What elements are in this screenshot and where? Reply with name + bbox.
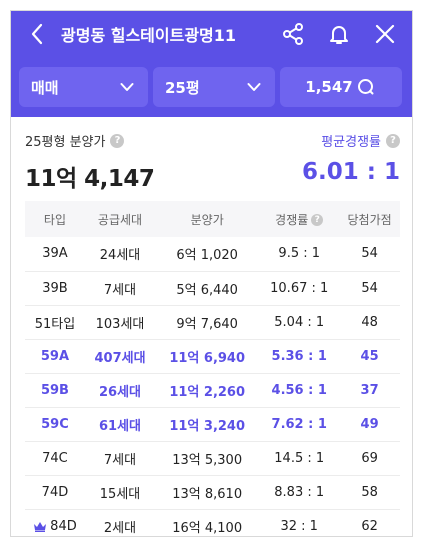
table-row[interactable]: 39B 7세대 5억 6,440 10.67 : 1 54 xyxy=(25,271,400,306)
table-row[interactable]: 84D 2세대 16억 4,100 32 : 1 62 xyxy=(25,509,400,536)
cell-supply: 24세대 xyxy=(84,237,156,272)
cell-score: 62 xyxy=(339,509,400,536)
ratio-value: 6.01 : 1 xyxy=(302,159,400,185)
table-row[interactable]: 74C 7세대 13억 5,300 14.5 : 1 69 xyxy=(25,441,400,476)
cell-type: 84D xyxy=(25,509,85,536)
cell-price: 5억 6,440 xyxy=(155,271,260,306)
notification-button[interactable] xyxy=(326,21,352,47)
area-select[interactable]: 25평 xyxy=(153,67,275,107)
cell-score: 37 xyxy=(339,373,400,408)
share-icon xyxy=(283,23,303,45)
ratio-summary: 평균경쟁률 ? 6.01 : 1 xyxy=(302,131,400,185)
cell-supply: 407세대 xyxy=(84,339,156,374)
cell-ratio: 10.67 : 1 xyxy=(259,271,340,306)
cell-score: 58 xyxy=(339,475,400,510)
header: 광명동 힐스테이트광명11 매매 25평 1,547 xyxy=(11,11,412,117)
view-count-button[interactable]: 1,547 xyxy=(280,67,402,107)
table-row[interactable]: 74D 15세대 13억 8,610 8.83 : 1 58 xyxy=(25,475,400,510)
cell-price: 13억 5,300 xyxy=(155,441,260,476)
share-button[interactable] xyxy=(280,21,306,47)
col-ratio-label: 경쟁률 xyxy=(275,212,309,227)
help-icon[interactable]: ? xyxy=(110,133,125,148)
col-supply: 공급세대 xyxy=(97,212,143,227)
cell-price: 13억 8,610 xyxy=(155,475,260,510)
cell-ratio: 14.5 : 1 xyxy=(259,441,340,476)
cell-price: 11억 3,240 xyxy=(155,407,260,442)
cell-score: 54 xyxy=(339,271,400,306)
cell-type: 39B xyxy=(25,271,85,306)
ratio-label: 평균경쟁률 xyxy=(321,135,381,150)
crown-icon xyxy=(34,521,47,532)
price-label: 25평형 분양가 xyxy=(25,135,106,150)
chevron-left-icon xyxy=(31,23,43,45)
col-ratio: 경쟁률? xyxy=(259,201,339,237)
help-icon[interactable]: ? xyxy=(311,214,324,226)
table-row[interactable]: 51타입 103세대 9억 7,640 5.04 : 1 48 xyxy=(25,305,400,340)
table-row-highlighted[interactable]: 59C 61세대 11억 3,240 7.62 : 1 49 xyxy=(25,407,400,442)
cell-score: 54 xyxy=(339,237,400,272)
supply-table: 타입 공급세대 분양가 경쟁률? 당첨가점 39A 24세대 6억 1,020 … xyxy=(25,201,400,536)
help-icon[interactable]: ? xyxy=(386,133,400,148)
cell-type: 74C xyxy=(25,441,85,476)
price-summary: 25평형 분양가 ? 11억 4,147 평균경쟁률 ? 6.01 : 1 xyxy=(11,117,412,197)
ratio-label-row: 평균경쟁률 ? xyxy=(302,131,400,150)
cell-ratio: 9.5 : 1 xyxy=(259,237,340,272)
table-row[interactable]: 39A 24세대 6억 1,020 9.5 : 1 54 xyxy=(25,237,400,272)
table-row-highlighted[interactable]: 59B 26세대 11억 2,260 4.56 : 1 37 xyxy=(25,373,400,408)
cell-type: 59C xyxy=(25,407,85,442)
back-button[interactable] xyxy=(25,22,49,46)
cell-type: 59B xyxy=(25,373,85,408)
cell-price: 11억 6,940 xyxy=(155,339,260,374)
chevron-down-icon xyxy=(120,83,134,91)
cell-score: 69 xyxy=(339,441,400,476)
bell-icon xyxy=(330,26,348,44)
cell-supply: 7세대 xyxy=(84,271,156,306)
cell-ratio: 7.62 : 1 xyxy=(259,407,340,442)
filter-bar: 매매 25평 1,547 xyxy=(11,57,412,107)
area-value: 25평 xyxy=(165,78,200,97)
cell-ratio: 4.56 : 1 xyxy=(259,373,340,408)
cell-supply: 15세대 xyxy=(84,475,156,510)
cell-price: 16억 4,100 xyxy=(155,509,260,536)
col-type: 타입 xyxy=(43,212,66,227)
cell-price: 6억 1,020 xyxy=(155,237,260,272)
cell-type: 74D xyxy=(25,475,85,510)
top-bar: 광명동 힐스테이트광명11 xyxy=(11,11,412,57)
cell-price: 11억 2,260 xyxy=(155,373,260,408)
cell-type-label: 84D xyxy=(50,518,77,534)
cell-score: 49 xyxy=(339,407,400,442)
search-icon xyxy=(357,79,374,95)
view-count: 1,547 xyxy=(305,78,353,96)
app-frame: 광명동 힐스테이트광명11 매매 25평 1,547 25평형 분양가 ? 11… xyxy=(10,10,413,537)
table-row-highlighted[interactable]: 59A 407세대 11억 6,940 5.36 : 1 45 xyxy=(25,339,400,374)
cell-score: 48 xyxy=(339,305,400,340)
cell-supply: 2세대 xyxy=(84,509,156,536)
cell-type: 39A xyxy=(25,237,85,272)
col-price: 분양가 xyxy=(190,212,224,227)
table-header: 타입 공급세대 분양가 경쟁률? 당첨가점 xyxy=(25,201,400,237)
cell-ratio: 5.36 : 1 xyxy=(259,339,340,374)
cell-type: 51타입 xyxy=(25,305,85,340)
cell-type: 59A xyxy=(25,339,85,374)
trade-type-value: 매매 xyxy=(31,78,59,97)
cell-score: 45 xyxy=(339,339,400,374)
cell-ratio: 8.83 : 1 xyxy=(259,475,340,510)
close-button[interactable] xyxy=(372,21,398,47)
chevron-down-icon xyxy=(247,83,261,91)
cell-supply: 7세대 xyxy=(84,441,156,476)
trade-type-select[interactable]: 매매 xyxy=(19,67,148,107)
cell-supply: 26세대 xyxy=(84,373,156,408)
cell-ratio: 32 : 1 xyxy=(259,509,340,536)
page-title: 광명동 힐스테이트광명11 xyxy=(61,26,237,45)
cell-supply: 103세대 xyxy=(84,305,156,340)
cell-price: 9억 7,640 xyxy=(155,305,260,340)
cell-ratio: 5.04 : 1 xyxy=(259,305,340,340)
close-icon xyxy=(375,24,395,44)
cell-supply: 61세대 xyxy=(84,407,156,442)
col-score: 당첨가점 xyxy=(347,212,392,227)
